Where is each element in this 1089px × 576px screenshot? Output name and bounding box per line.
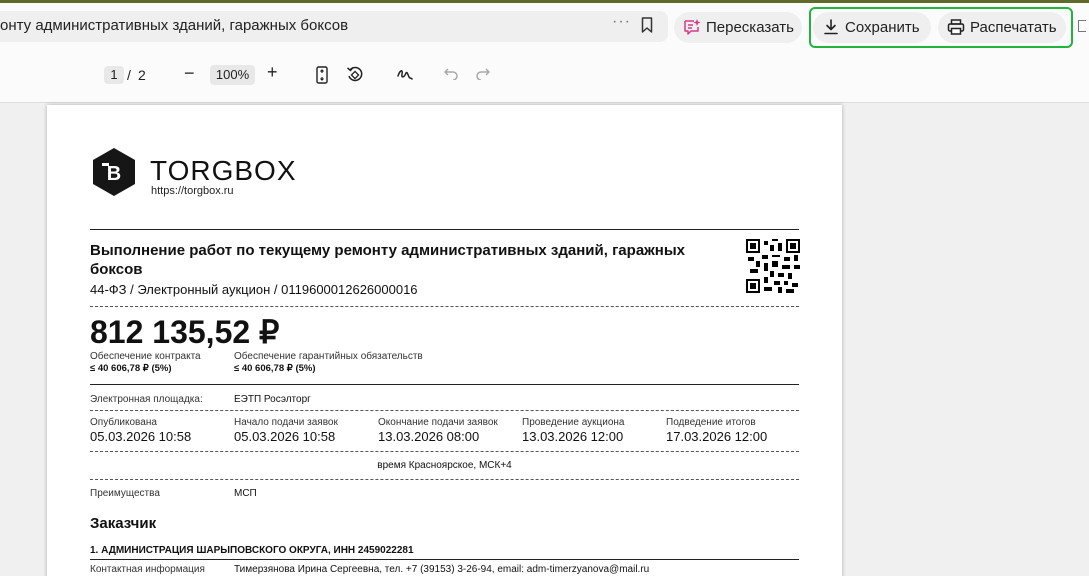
torgbox-logo-icon: B bbox=[93, 148, 135, 196]
date-label: Начало подачи заявок bbox=[234, 417, 338, 428]
divider bbox=[90, 306, 799, 307]
tender-subtitle: 44-ФЗ / Электронный аукцион / 0119600012… bbox=[90, 282, 418, 297]
printer-icon bbox=[947, 19, 965, 35]
contact-label: Контактная информация bbox=[90, 564, 205, 575]
undo-icon[interactable] bbox=[444, 68, 458, 80]
page-separator: / bbox=[127, 67, 131, 83]
divider bbox=[90, 479, 799, 480]
print-button[interactable]: Распечатать bbox=[938, 12, 1066, 43]
date-value: 05.03.2026 10:58 bbox=[234, 429, 336, 444]
qr-code-icon bbox=[746, 239, 800, 293]
draw-signature-icon[interactable] bbox=[397, 67, 413, 81]
svg-text:B: B bbox=[107, 163, 121, 185]
zoom-level[interactable]: 100% bbox=[210, 65, 255, 85]
divider bbox=[90, 229, 799, 230]
print-label: Распечатать bbox=[970, 19, 1057, 36]
guarantee-value: ≤ 40 606,78 ₽ (5%) bbox=[234, 363, 316, 374]
date-label: Проведение аукциона bbox=[522, 417, 625, 428]
timezone-note: время Красноярское, МСК+4 bbox=[377, 460, 512, 471]
save-label: Сохранить bbox=[845, 19, 920, 36]
date-label: Подведение итогов bbox=[666, 417, 756, 428]
retell-button[interactable]: Пересказать bbox=[674, 12, 802, 43]
date-value: 13.03.2026 12:00 bbox=[522, 429, 624, 444]
date-value: 05.03.2026 10:58 bbox=[90, 429, 192, 444]
rotate-icon[interactable] bbox=[346, 65, 364, 83]
page-total: 2 bbox=[138, 67, 146, 83]
zoom-in-button[interactable]: + bbox=[267, 62, 278, 83]
customer-name: 1. АДМИНИСТРАЦИЯ ШАРЫПОВСКОГО ОКРУГА, ИН… bbox=[90, 545, 414, 556]
sidebar-toggle-icon[interactable] bbox=[1078, 20, 1086, 32]
advantages-value: МСП bbox=[234, 488, 257, 499]
redo-icon[interactable] bbox=[476, 68, 490, 80]
bookmark-icon[interactable] bbox=[641, 17, 653, 33]
save-button[interactable]: Сохранить bbox=[813, 12, 931, 43]
pdf-page: B TORGBOX https://torgbox.ru Выполнение … bbox=[47, 105, 842, 576]
divider bbox=[90, 451, 799, 452]
platform-label: Электронная площадка: bbox=[90, 394, 203, 405]
date-value: 13.03.2026 08:00 bbox=[378, 429, 480, 444]
contact-value: Тимерзянова Ирина Сергеевна, тел. +7 (39… bbox=[234, 564, 650, 575]
advantages-label: Преимущества bbox=[90, 488, 160, 499]
divider bbox=[90, 384, 799, 385]
tender-price: 812 135,52 ₽ bbox=[90, 314, 280, 350]
page-number-input[interactable]: 1 bbox=[104, 66, 124, 84]
download-icon bbox=[824, 19, 838, 35]
date-value: 17.03.2026 12:00 bbox=[666, 429, 768, 444]
date-label: Опубликована bbox=[90, 417, 157, 428]
retell-icon bbox=[684, 19, 701, 35]
fit-page-icon[interactable] bbox=[316, 66, 328, 84]
address-bar: онту административных зданий, гаражных б… bbox=[0, 3, 1089, 48]
divider bbox=[90, 410, 799, 411]
url-title[interactable]: онту административных зданий, гаражных б… bbox=[0, 17, 348, 34]
retell-label: Пересказать bbox=[706, 19, 794, 36]
brand-name: TORGBOX bbox=[150, 155, 297, 186]
date-label: Окончание подачи заявок bbox=[378, 417, 498, 428]
more-dots-icon[interactable]: ··· bbox=[612, 13, 631, 31]
platform-value: ЕЭТП Росэлторг bbox=[234, 394, 311, 405]
zoom-out-button[interactable]: − bbox=[184, 63, 195, 84]
guarantee-value: ≤ 40 606,78 ₽ (5%) bbox=[90, 363, 172, 374]
tender-title: Выполнение работ по текущему ремонту адм… bbox=[90, 242, 686, 278]
divider bbox=[90, 559, 799, 560]
brand-site: https://torgbox.ru bbox=[151, 185, 234, 197]
customer-heading: Заказчик bbox=[90, 515, 157, 532]
guarantee-label: Обеспечение контракта bbox=[90, 351, 201, 362]
guarantee-label: Обеспечение гарантийных обязательств bbox=[234, 351, 423, 362]
pdf-toolbar: 1 / 2 − 100% + bbox=[0, 48, 1089, 103]
